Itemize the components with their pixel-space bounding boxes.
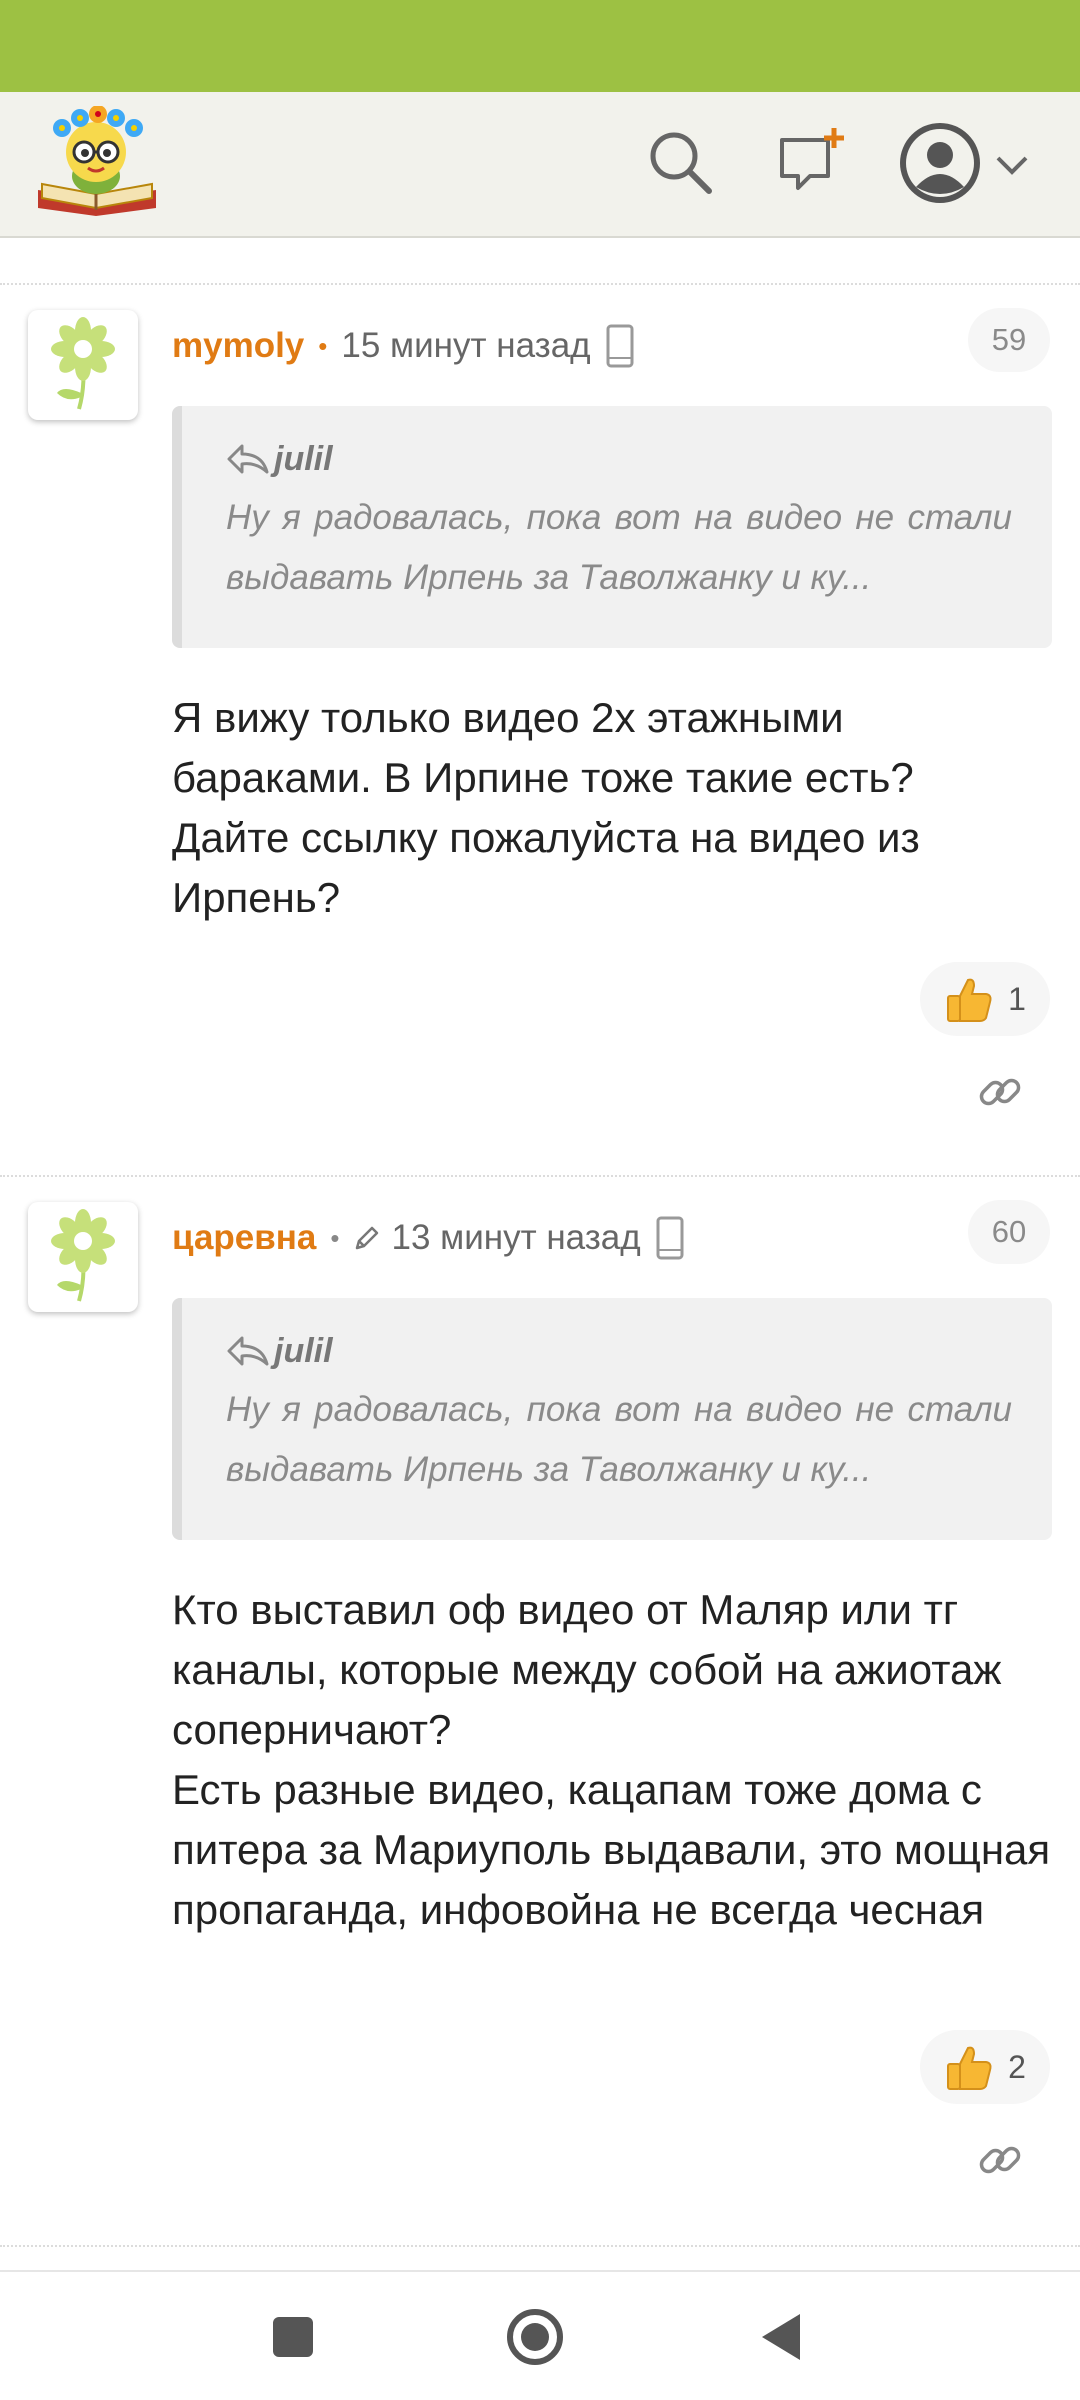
home-button[interactable] xyxy=(500,2302,570,2372)
profile-icon xyxy=(898,121,982,210)
comment-number-badge[interactable]: 60 xyxy=(968,1200,1050,1264)
quote-text: Ну я радовалась, пока вот на видео не ст… xyxy=(226,1390,1012,1489)
recents-button[interactable] xyxy=(258,2302,328,2372)
quote-author[interactable]: julil xyxy=(274,440,333,479)
app-header xyxy=(0,92,1080,238)
back-icon xyxy=(758,2312,804,2362)
comment-body: Я вижу только видео 2х этажными бараками… xyxy=(172,694,920,921)
comment-body: Кто выставил оф видео от Маляр или тг ка… xyxy=(172,1586,1051,1933)
search-icon xyxy=(645,127,715,202)
reply-arrow-icon xyxy=(226,1334,270,1368)
thumbs-up-icon xyxy=(944,2042,994,2092)
quote-block[interactable]: julil Ну я радовалась, пока вот на видео… xyxy=(172,1298,1052,1540)
compose-icon xyxy=(776,126,848,203)
comment-meta: царевна • 13 минут назад xyxy=(172,1214,685,1262)
mobile-device-icon xyxy=(605,324,635,368)
divider xyxy=(0,2245,1080,2247)
permalink-button[interactable] xyxy=(970,1062,1030,1122)
home-icon xyxy=(505,2307,565,2367)
reply-arrow-icon xyxy=(226,442,270,476)
comment-item: mymoly • 15 минут назад 59 julil Ну я ра… xyxy=(0,300,1080,1170)
timestamp: 13 минут назад xyxy=(391,1218,641,1257)
recents-icon xyxy=(271,2315,315,2359)
comment-number-badge[interactable]: 59 xyxy=(968,308,1050,372)
quote-author[interactable]: julil xyxy=(274,1332,333,1371)
quote-block[interactable]: julil Ну я радовалась, пока вот на видео… xyxy=(172,406,1052,648)
status-bar xyxy=(0,0,1080,92)
timestamp: 15 минут назад xyxy=(341,326,591,365)
divider xyxy=(0,1175,1080,1177)
logo-icon[interactable] xyxy=(32,105,162,218)
comment-item: царевна • 13 минут назад 60 julil Ну я р… xyxy=(0,1192,1080,2242)
like-button[interactable]: 1 xyxy=(920,962,1050,1036)
edited-pencil-icon xyxy=(353,1224,381,1252)
comment-meta: mymoly • 15 минут назад xyxy=(172,322,635,370)
like-count: 2 xyxy=(1008,2048,1026,2085)
mobile-device-icon xyxy=(655,1216,685,1260)
avatar[interactable] xyxy=(28,310,138,420)
chevron-down-icon xyxy=(994,153,1030,177)
back-button[interactable] xyxy=(746,2302,816,2372)
quote-text: Ну я радовалась, пока вот на видео не ст… xyxy=(226,498,1012,597)
system-nav-bar xyxy=(0,2270,1080,2400)
search-button[interactable] xyxy=(640,124,720,204)
separator-dot: • xyxy=(330,1222,340,1253)
author-name[interactable]: mymoly xyxy=(172,326,304,366)
link-icon xyxy=(976,1068,1024,1116)
like-count: 1 xyxy=(1008,980,1026,1017)
flower-icon xyxy=(43,1205,123,1310)
like-button[interactable]: 2 xyxy=(920,2030,1050,2104)
link-icon xyxy=(976,2136,1024,2184)
avatar[interactable] xyxy=(28,1202,138,1312)
profile-menu-button[interactable] xyxy=(898,120,1038,210)
flower-icon xyxy=(43,313,123,418)
separator-dot: • xyxy=(318,330,328,361)
compose-button[interactable] xyxy=(772,124,852,204)
divider xyxy=(0,283,1080,285)
permalink-button[interactable] xyxy=(970,2130,1030,2190)
thumbs-up-icon xyxy=(944,974,994,1024)
author-name[interactable]: царевна xyxy=(172,1218,316,1258)
